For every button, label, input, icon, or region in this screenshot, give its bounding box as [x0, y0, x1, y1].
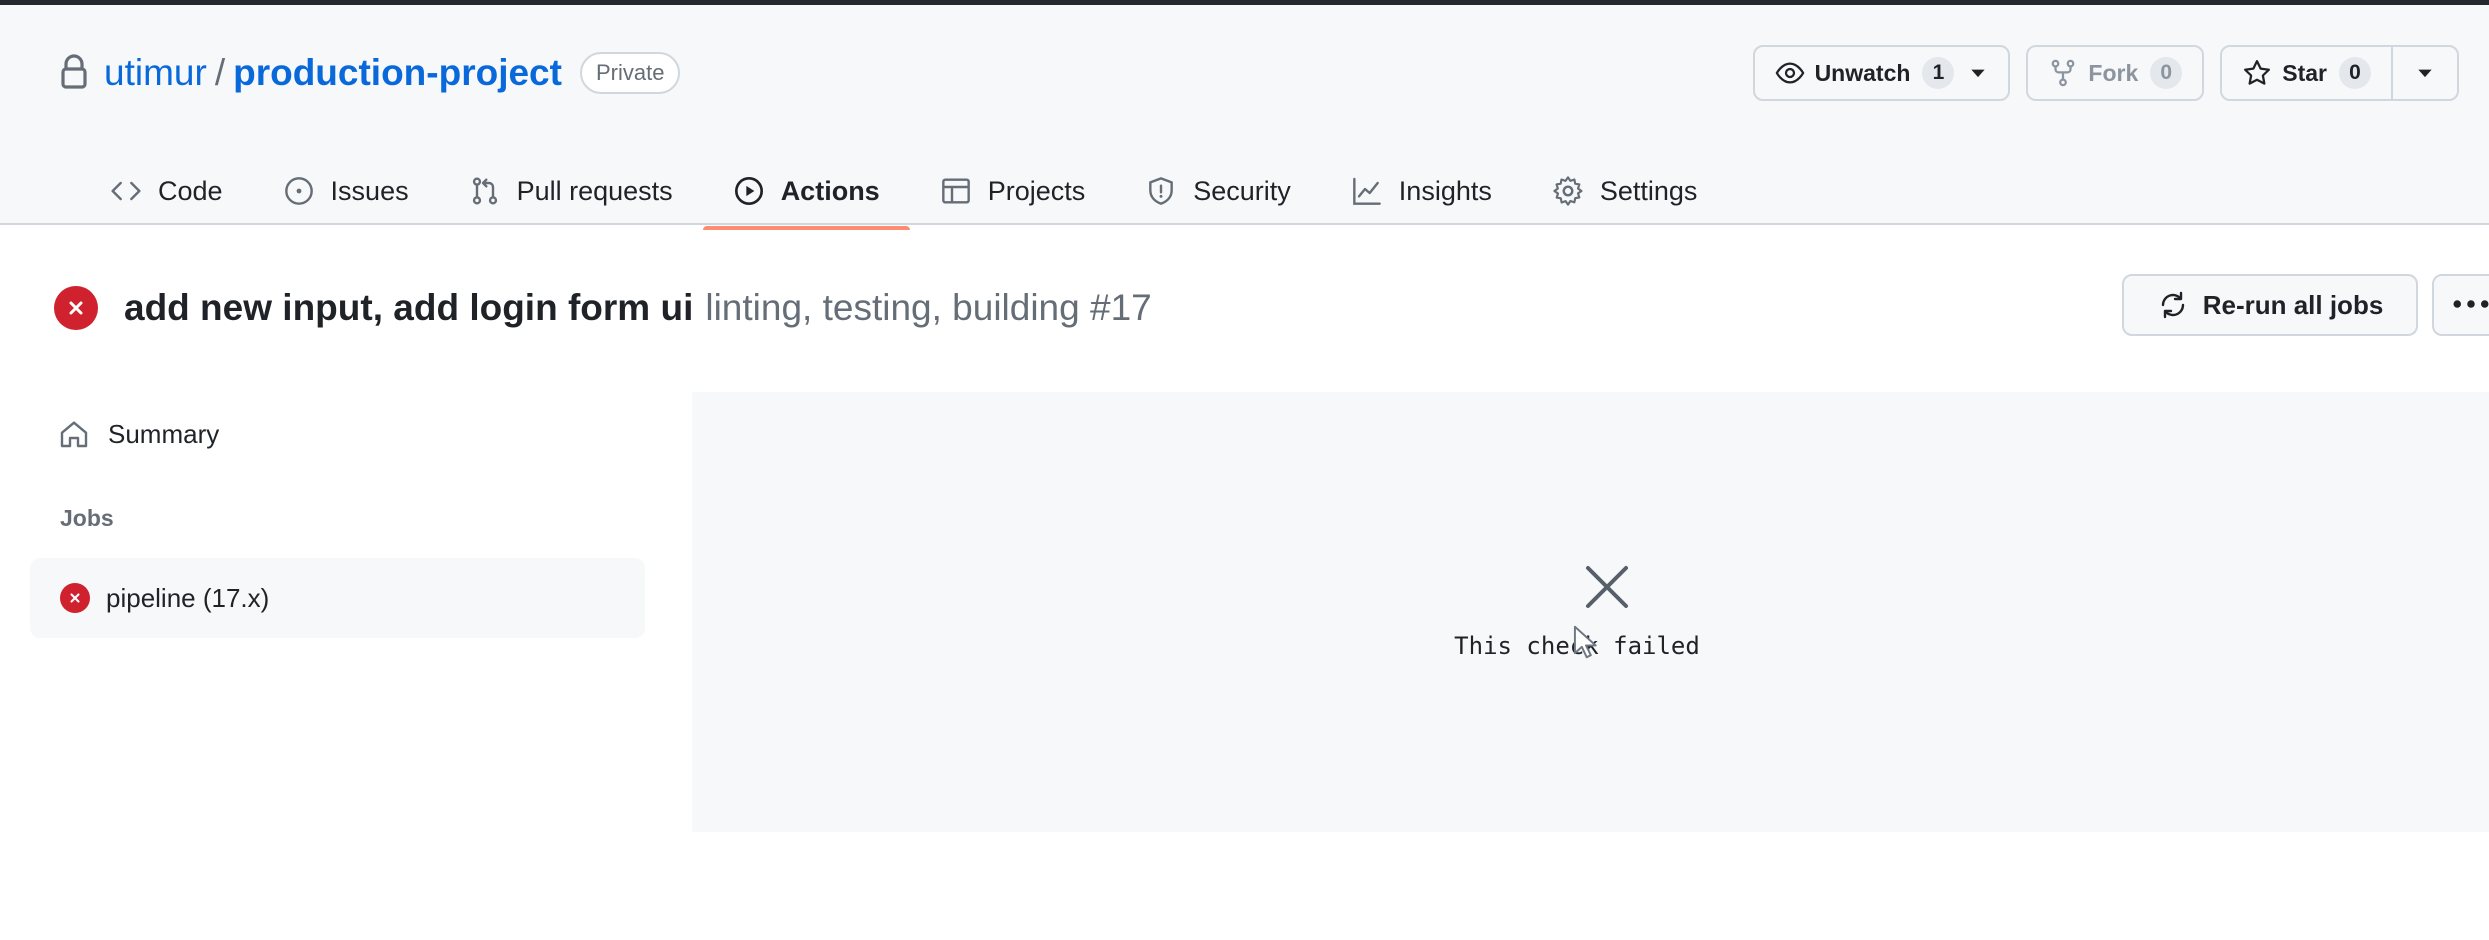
star-button[interactable]: Star 0 — [2222, 47, 2391, 99]
summary-label: Summary — [108, 418, 220, 449]
sidebar-job-pipeline[interactable]: pipeline (17.x) — [30, 558, 645, 638]
code-icon — [110, 175, 142, 207]
unwatch-label: Unwatch — [1814, 59, 1911, 86]
tab-projects-label: Projects — [987, 175, 1086, 206]
gear-icon — [1552, 175, 1584, 207]
kebab-horizontal-icon — [2452, 296, 2489, 314]
more-options-button[interactable] — [2432, 274, 2489, 336]
run-sidebar: Summary Jobs pipeline (17.x) — [30, 400, 645, 638]
sync-icon — [2157, 289, 2189, 321]
tab-security-label: Security — [1193, 175, 1291, 206]
issue-opened-icon — [283, 175, 315, 207]
graph-icon — [1351, 175, 1383, 207]
star-label: Star — [2282, 59, 2327, 86]
star-count: 0 — [2339, 57, 2371, 89]
chevron-down-icon — [2415, 63, 2435, 83]
unwatch-button[interactable]: Unwatch 1 — [1752, 45, 2011, 101]
star-dropdown-button[interactable] — [2393, 47, 2457, 99]
workflow-name: linting, testing, building #17 — [705, 287, 1152, 328]
job-label: pipeline (17.x) — [106, 582, 270, 613]
tab-code-label: Code — [158, 175, 223, 206]
tab-insights[interactable]: Insights — [1321, 153, 1522, 229]
run-header: add new input, add login form ui linting… — [54, 278, 2454, 338]
play-icon — [733, 175, 765, 207]
tab-settings[interactable]: Settings — [1522, 153, 1728, 229]
jobs-heading: Jobs — [60, 504, 114, 531]
table-icon — [940, 175, 972, 207]
star-button-group: Star 0 — [2220, 45, 2459, 101]
mouse-cursor-icon — [1572, 624, 1606, 668]
tab-pull-requests-label: Pull requests — [516, 175, 673, 206]
star-icon — [2242, 58, 2272, 88]
fork-button[interactable]: Fork 0 — [2026, 45, 2205, 101]
rerun-all-jobs-button[interactable]: Re-run all jobs — [2122, 274, 2418, 336]
repo-forked-icon — [2048, 58, 2078, 88]
repo-nav-tabs: Code Issues Pull requests Actions Projec… — [80, 153, 1728, 230]
tab-issues-label: Issues — [330, 175, 409, 206]
job-log-panel: This check failed — [692, 392, 2489, 832]
sidebar-item-summary[interactable]: Summary — [30, 400, 645, 468]
rerun-label: Re-run all jobs — [2202, 289, 2384, 320]
path-separator: / — [214, 52, 226, 93]
repo-name-link[interactable]: production-project — [233, 52, 562, 94]
watch-count: 1 — [1922, 57, 1955, 89]
repo-header-actions: Unwatch 1 Fork 0 Star 0 — [1752, 45, 2459, 101]
tab-insights-label: Insights — [1398, 175, 1492, 206]
visibility-badge: Private — [579, 52, 681, 94]
run-title: add new input, add login form ui — [124, 287, 694, 328]
shield-icon — [1145, 175, 1177, 207]
git-pull-request-icon — [469, 175, 501, 207]
repo-title: utimur / production-project Private — [58, 43, 681, 103]
fork-label: Fork — [2088, 59, 2139, 86]
tab-security[interactable]: Security — [1115, 153, 1321, 229]
home-icon — [58, 418, 90, 450]
tab-issues[interactable]: Issues — [253, 153, 439, 229]
repo-owner-link[interactable]: utimur — [104, 52, 207, 94]
x-icon — [1572, 552, 1642, 622]
chevron-down-icon — [1968, 63, 1988, 83]
x-circle-fill-icon — [54, 286, 98, 330]
tab-projects[interactable]: Projects — [910, 153, 1116, 229]
eye-icon — [1775, 58, 1805, 88]
tab-settings-label: Settings — [1599, 175, 1698, 206]
repo-header: utimur / production-project Private Unwa… — [0, 5, 2489, 230]
lock-icon — [58, 53, 90, 93]
x-circle-fill-icon — [60, 583, 90, 613]
tab-code[interactable]: Code — [80, 153, 253, 229]
fork-count: 0 — [2150, 57, 2183, 89]
tab-pull-requests[interactable]: Pull requests — [439, 153, 703, 229]
tab-actions-label: Actions — [780, 175, 880, 206]
tab-actions[interactable]: Actions — [702, 153, 910, 230]
